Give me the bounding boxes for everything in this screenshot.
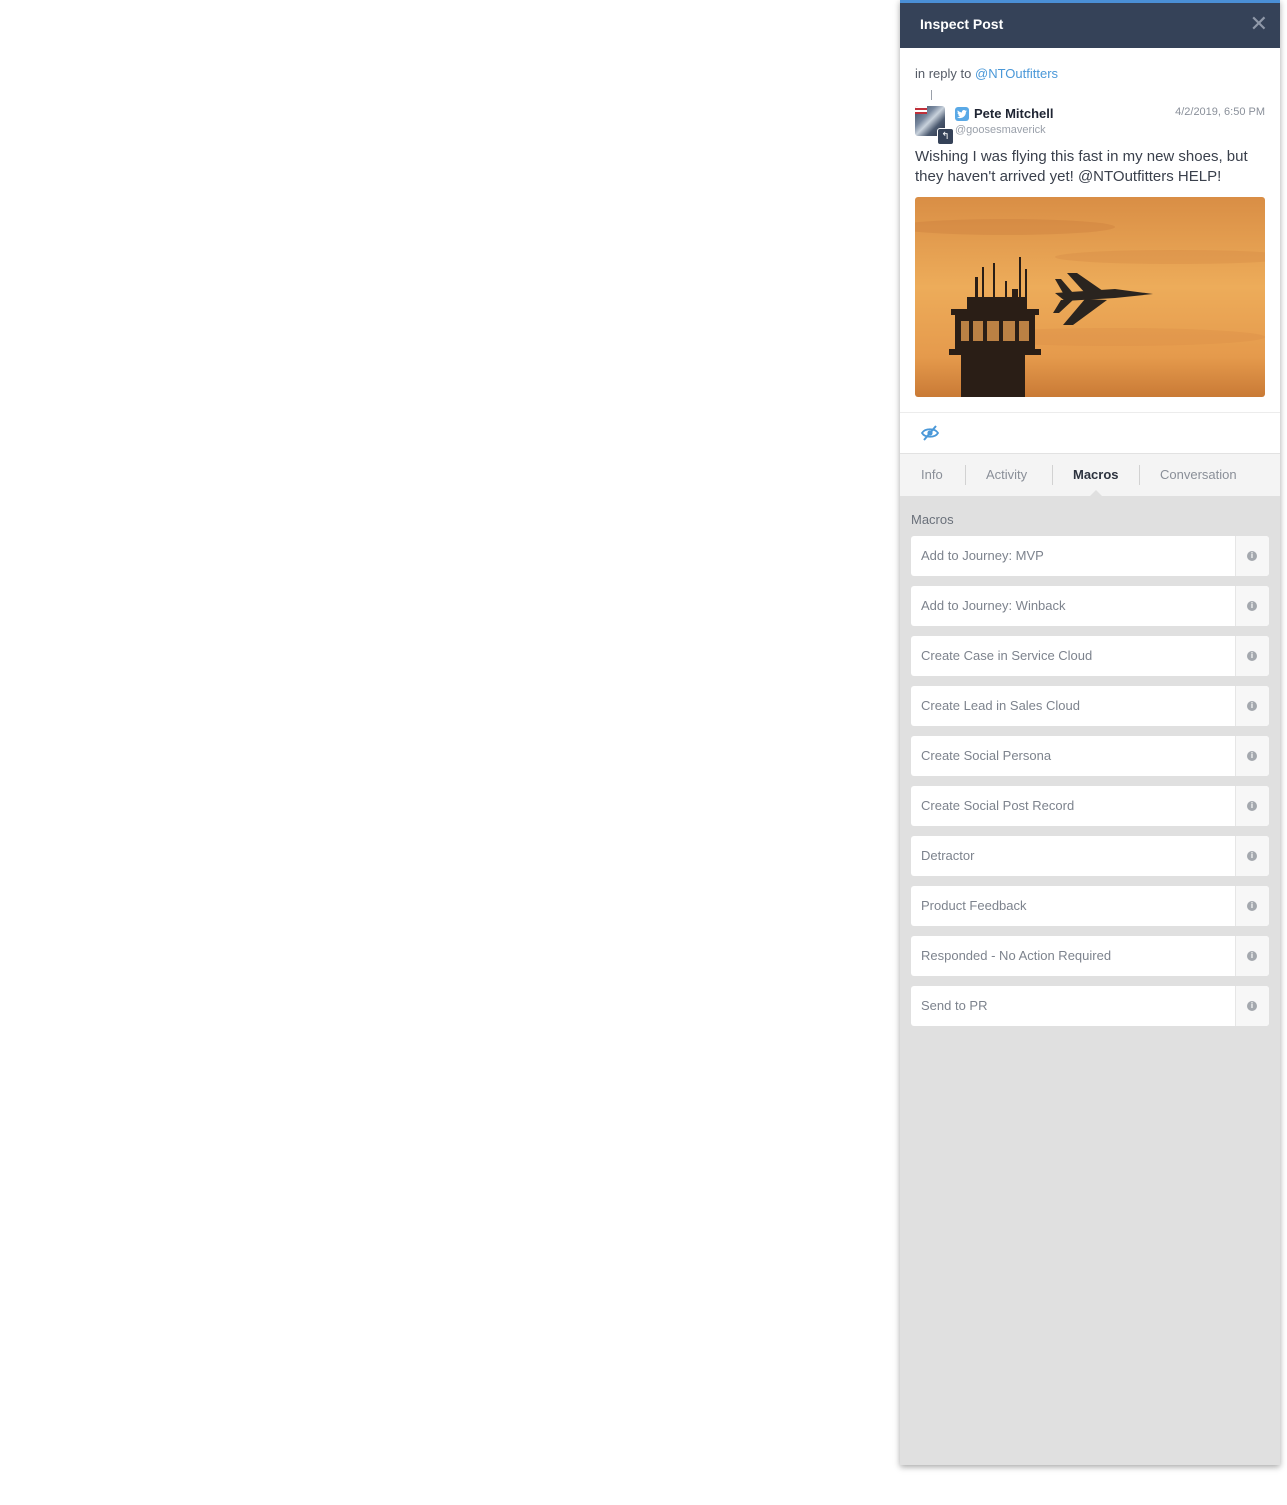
post-card: in reply to @NTOutfitters ↰ Pete Mitchel… xyxy=(900,48,1280,412)
info-icon: i xyxy=(1247,951,1257,961)
tab-divider xyxy=(1052,465,1053,485)
macro-label: Add to Journey: MVP xyxy=(921,548,1044,563)
info-icon: i xyxy=(1247,601,1257,611)
reply-prefix: in reply to xyxy=(915,66,972,81)
macro-item[interactable]: Product Feedback i xyxy=(911,886,1269,926)
macro-info-button[interactable]: i xyxy=(1235,586,1269,626)
jet-over-tower-photo xyxy=(915,197,1265,397)
macro-label: Add to Journey: Winback xyxy=(921,598,1066,613)
macro-item[interactable]: Create Lead in Sales Cloud i xyxy=(911,686,1269,726)
info-icon: i xyxy=(1247,901,1257,911)
macro-label: Send to PR xyxy=(921,998,988,1013)
macro-item[interactable]: Send to PR i xyxy=(911,986,1269,1026)
tab-conversation[interactable]: Conversation xyxy=(1160,454,1237,496)
macro-info-button[interactable]: i xyxy=(1235,936,1269,976)
twitter-icon xyxy=(955,107,969,121)
avatar-flag-detail xyxy=(915,106,927,114)
info-icon: i xyxy=(1247,851,1257,861)
macro-item[interactable]: Create Case in Service Cloud i xyxy=(911,636,1269,676)
macro-label: Product Feedback xyxy=(921,898,1027,913)
macro-label: Create Social Post Record xyxy=(921,798,1075,813)
post-text: Wishing I was flying this fast in my new… xyxy=(915,148,1248,185)
macro-info-button[interactable]: i xyxy=(1235,786,1269,826)
info-icon: i xyxy=(1247,751,1257,761)
macro-info-button[interactable]: i xyxy=(1235,686,1269,726)
macro-item[interactable]: Create Social Persona i xyxy=(911,736,1269,776)
macro-label: Create Lead in Sales Cloud xyxy=(921,698,1080,713)
macro-info-button[interactable]: i xyxy=(1235,536,1269,576)
macro-info-button[interactable]: i xyxy=(1235,886,1269,926)
macro-label: Create Case in Service Cloud xyxy=(921,648,1093,663)
eye-slash-icon[interactable] xyxy=(920,424,940,442)
tab-divider xyxy=(965,465,966,485)
macro-item[interactable]: Responded - No Action Required i xyxy=(911,936,1269,976)
info-icon: i xyxy=(1247,651,1257,661)
info-icon: i xyxy=(1247,701,1257,711)
post-image[interactable] xyxy=(915,197,1265,397)
reply-handle-link[interactable]: @NTOutfitters xyxy=(975,66,1058,81)
panel-title: Inspect Post xyxy=(920,16,1004,32)
info-icon: i xyxy=(1247,1001,1257,1011)
inspect-post-panel: Inspect Post ✕ in reply to @NTOutfitters… xyxy=(900,0,1280,1465)
detail-tabs: Info Activity Macros Conversation xyxy=(900,453,1280,496)
macros-heading: Macros xyxy=(911,512,954,527)
macro-info-button[interactable]: i xyxy=(1235,736,1269,776)
macro-item[interactable]: Add to Journey: MVP i xyxy=(911,536,1269,576)
tab-divider xyxy=(1139,465,1140,485)
post-timestamp: 4/2/2019, 6:50 PM xyxy=(1175,106,1265,118)
macro-info-button[interactable]: i xyxy=(1235,636,1269,676)
reply-arrow-icon: ↰ xyxy=(937,128,954,145)
tab-activity[interactable]: Activity xyxy=(986,454,1027,496)
macro-label: Create Social Persona xyxy=(921,748,1052,763)
panel-header: Inspect Post ✕ xyxy=(900,0,1280,48)
post-actions-bar xyxy=(900,412,1280,453)
macro-info-button[interactable]: i xyxy=(1235,986,1269,1026)
macro-item[interactable]: Add to Journey: Winback i xyxy=(911,586,1269,626)
macro-item[interactable]: Create Social Post Record i xyxy=(911,786,1269,826)
info-icon: i xyxy=(1247,801,1257,811)
macro-label: Detractor xyxy=(921,848,975,863)
macro-info-button[interactable]: i xyxy=(1235,836,1269,876)
reply-context: in reply to @NTOutfitters xyxy=(915,66,1058,81)
thread-connector xyxy=(931,90,932,100)
macro-label: Responded - No Action Required xyxy=(921,948,1112,963)
macro-item[interactable]: Detractor i xyxy=(911,836,1269,876)
author-handle: @goosesmaverick xyxy=(955,124,1046,136)
tab-info[interactable]: Info xyxy=(921,454,943,496)
info-icon: i xyxy=(1247,551,1257,561)
author-name[interactable]: Pete Mitchell xyxy=(974,106,1053,121)
macros-section: Macros Add to Journey: MVP i Add to Jour… xyxy=(900,496,1280,1026)
close-icon[interactable]: ✕ xyxy=(1250,11,1268,37)
